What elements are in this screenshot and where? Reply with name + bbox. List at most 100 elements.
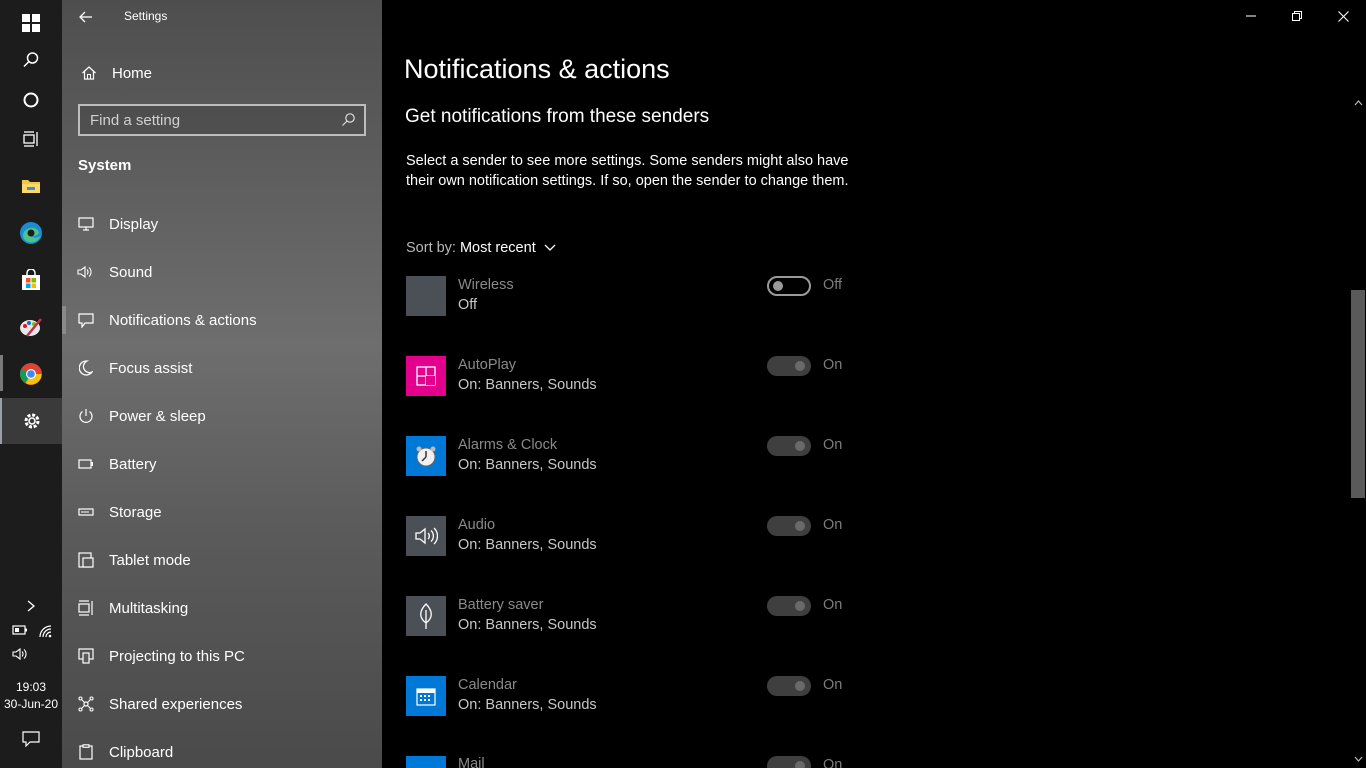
power-icon [63, 408, 109, 424]
sidebar-item-label: Storage [109, 503, 162, 521]
sidebar-item-shared-experiences[interactable]: Shared experiences [62, 684, 382, 724]
page-title: Notifications & actions [404, 54, 670, 84]
task-view-button[interactable] [0, 116, 62, 162]
volume-tray-icon[interactable] [12, 647, 30, 661]
sender-name: Wireless [458, 277, 514, 293]
sort-label: Sort by: [406, 240, 456, 256]
clock-time[interactable]: 19:03 [0, 680, 62, 694]
sender-wireless[interactable]: Wireless Off Off [406, 276, 866, 318]
toggle-state: On [823, 597, 843, 613]
toggle-state: On [823, 757, 843, 768]
multitasking-icon [63, 600, 109, 616]
sidebar-item-battery[interactable]: Battery [62, 444, 382, 484]
sidebar-item-notifications[interactable]: Notifications & actions [62, 300, 382, 340]
battery-tray-icon[interactable] [12, 624, 28, 636]
sender-mail[interactable]: Mail On [406, 756, 866, 768]
projecting-icon [63, 648, 109, 664]
search-icon[interactable] [341, 112, 356, 131]
wifi-tray-icon[interactable] [38, 624, 54, 638]
sidebar-item-power-sleep[interactable]: Power & sleep [62, 396, 382, 436]
sender-status: On: Banners, Sounds [458, 697, 597, 713]
window-title: Settings [124, 9, 168, 23]
battery-saver-toggle[interactable] [767, 596, 811, 616]
store-icon [22, 269, 40, 290]
sort-value: Most recent [459, 240, 536, 256]
sender-calendar[interactable]: Calendar On: Banners, Sounds On [406, 676, 866, 718]
tablet-icon [63, 552, 109, 568]
sender-autoplay[interactable]: AutoPlay On: Banners, Sounds On [406, 356, 866, 398]
back-button[interactable] [72, 4, 100, 30]
sidebar-item-focus-assist[interactable]: Focus assist [62, 348, 382, 388]
senders-heading: Get notifications from these senders [405, 106, 710, 127]
sender-alarms-clock[interactable]: Alarms & Clock On: Banners, Sounds On [406, 436, 866, 478]
mail-icon [406, 756, 446, 768]
settings-taskbar-button[interactable] [0, 398, 62, 444]
action-center-button[interactable] [0, 716, 62, 762]
mail-toggle[interactable] [767, 756, 811, 768]
sidebar-item-projecting[interactable]: Projecting to this PC [62, 636, 382, 676]
home-nav-item[interactable]: Home [62, 56, 382, 90]
sender-status: On: Banners, Sounds [458, 457, 597, 473]
sidebar-item-label: Notifications & actions [109, 311, 257, 329]
sidebar-item-sound[interactable]: Sound [62, 252, 382, 292]
wireless-app-icon [406, 276, 446, 316]
sidebar-item-clipboard[interactable]: Clipboard [62, 732, 382, 768]
sender-name: AutoPlay [458, 357, 517, 373]
search-input[interactable] [80, 106, 330, 134]
wireless-toggle[interactable] [767, 276, 811, 296]
sender-battery-saver[interactable]: Battery saver On: Banners, Sounds On [406, 596, 866, 638]
audio-speaker-icon [406, 516, 446, 556]
battery-icon [63, 459, 109, 469]
action-center-icon [22, 731, 40, 747]
home-label: Home [112, 64, 153, 82]
sender-audio[interactable]: Audio On: Banners, Sounds On [406, 516, 866, 558]
show-hidden-icons-button[interactable] [0, 583, 62, 629]
sidebar-item-label: Battery [109, 455, 157, 473]
paint-button[interactable] [0, 304, 62, 350]
scroll-up-button[interactable] [1351, 96, 1365, 110]
paint-icon [20, 318, 42, 337]
store-button[interactable] [0, 257, 62, 303]
toggle-state: On [823, 357, 843, 373]
sidebar-item-multitasking[interactable]: Multitasking [62, 588, 382, 628]
edge-button[interactable] [0, 210, 62, 256]
title-bar: Settings [62, 0, 382, 34]
close-button[interactable] [1320, 0, 1366, 32]
back-arrow-icon [79, 11, 92, 23]
toggle-state: On [823, 677, 843, 693]
sender-name: Alarms & Clock [458, 437, 558, 453]
settings-sidebar: Settings Home System Display Sound Notif… [62, 0, 382, 768]
file-explorer-button[interactable] [0, 163, 62, 209]
section-header: System [78, 157, 132, 174]
sidebar-item-storage[interactable]: Storage [62, 492, 382, 532]
restore-button[interactable] [1274, 0, 1320, 32]
sidebar-item-display[interactable]: Display [62, 204, 382, 244]
sender-name: Audio [458, 517, 496, 533]
chevron-down-icon [544, 244, 556, 252]
scroll-down-button[interactable] [1351, 752, 1365, 766]
sender-name: Calendar [458, 677, 517, 693]
task-view-icon [23, 131, 38, 147]
calendar-toggle[interactable] [767, 676, 811, 696]
scrollbar-thumb[interactable] [1351, 290, 1365, 498]
audio-toggle[interactable] [767, 516, 811, 536]
sidebar-item-label: Clipboard [109, 743, 174, 761]
clock-date[interactable]: 30-Jun-20 [0, 697, 62, 711]
autoplay-toggle[interactable] [767, 356, 811, 376]
toggle-state: On [823, 437, 843, 453]
chrome-icon [20, 363, 42, 385]
settings-icon [24, 413, 40, 429]
sidebar-item-label: Shared experiences [109, 695, 243, 713]
sort-dropdown[interactable]: Sort by: Most recent [406, 240, 556, 256]
sidebar-item-tablet-mode[interactable]: Tablet mode [62, 540, 382, 580]
sidebar-item-label: Display [109, 215, 159, 233]
sidebar-item-label: Focus assist [109, 359, 193, 377]
alarm-clock-icon [406, 436, 446, 476]
minimize-button[interactable] [1228, 0, 1274, 32]
sender-status: Off [458, 297, 478, 313]
alarms-clock-toggle[interactable] [767, 436, 811, 456]
tray-row-1 [12, 624, 54, 638]
sender-name: Mail [458, 756, 485, 768]
chrome-button[interactable] [0, 351, 62, 397]
sidebar-item-label: Power & sleep [109, 407, 206, 425]
